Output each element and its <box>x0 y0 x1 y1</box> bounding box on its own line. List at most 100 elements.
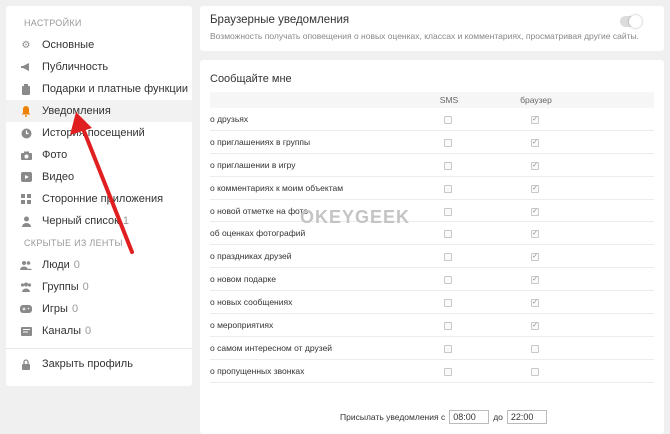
sidebar-item-groups[interactable]: Группы 0 <box>6 276 192 298</box>
sms-checkbox[interactable] <box>444 207 452 216</box>
table-row: о комментариях к моим объектам ✓ <box>210 177 654 200</box>
sidebar-item-label: Видео <box>42 171 75 183</box>
row-label: о друзьях <box>210 114 249 124</box>
bell-icon <box>20 105 32 117</box>
browser-checkbox[interactable]: ✓ <box>531 161 539 170</box>
watermark: OKEYGEEK <box>300 207 411 227</box>
settings-heading: НАСТРОЙКИ <box>24 18 82 28</box>
sms-checkbox[interactable] <box>444 116 452 124</box>
sidebar-item-photo[interactable]: Фото <box>6 144 192 166</box>
table-row: о приглашениях в группы ✓ <box>210 131 654 154</box>
sidebar-item-label: Уведомления <box>42 105 111 117</box>
row-label: о новых сообщениях <box>210 297 293 308</box>
sidebar-item-channels[interactable]: Каналы 0 <box>6 320 192 342</box>
browser-checkbox[interactable]: ✓ <box>531 230 539 239</box>
sidebar-item-blacklist[interactable]: Черный список 1 <box>6 210 192 232</box>
sidebar-item-label: Фото <box>42 149 68 161</box>
sidebar-item-label: Черный список <box>42 215 119 227</box>
sidebar-item-gifts[interactable]: Подарки и платные функции <box>6 78 192 100</box>
megaphone-icon <box>20 61 32 73</box>
hidden-heading: СКРЫТЫЕ ИЗ ЛЕНТЫ <box>24 238 123 248</box>
sms-checkbox[interactable] <box>444 344 452 353</box>
sms-checkbox[interactable] <box>444 299 452 308</box>
sidebar-item-label: История посещений <box>42 127 145 139</box>
row-label: об оценках фотографий <box>210 228 306 239</box>
from-time-input[interactable]: 08:00 <box>449 410 490 424</box>
gift-icon <box>20 83 32 95</box>
table-row: о приглашении в игру ✓ <box>210 154 654 177</box>
browser-checkbox[interactable]: ✓ <box>531 116 539 124</box>
sidebar-item-history[interactable]: История посещений <box>6 122 192 144</box>
notify-me-card: Сообщайте мне SMS браузер о друзьях ✓ о пр… <box>200 60 664 434</box>
browser-checkbox[interactable] <box>531 367 539 376</box>
row-label: о приглашении в игру <box>210 159 296 170</box>
browser-checkbox[interactable] <box>531 344 539 353</box>
browser-notifications-card: Браузерные уведомления Возможность получ… <box>200 6 664 51</box>
table-row: о праздниках друзей ✓ <box>210 245 654 269</box>
sidebar-divider <box>6 348 192 349</box>
sidebar-item-notifications[interactable]: Уведомления <box>6 100 192 122</box>
browser-checkbox[interactable]: ✓ <box>531 207 539 216</box>
gear-icon: ⚙ <box>21 39 31 51</box>
lock-icon <box>20 358 32 370</box>
sidebar-item-games[interactable]: Игры 0 <box>6 298 192 320</box>
blacklist-count: 1 <box>122 215 130 227</box>
schedule-label: Присылать уведомления с <box>340 412 446 422</box>
sms-checkbox[interactable] <box>444 138 452 147</box>
gamepad-icon <box>20 303 32 315</box>
browser-checkbox[interactable]: ✓ <box>531 253 539 262</box>
browser-notifications-title: Браузерные уведомления <box>210 14 350 26</box>
to-time-input[interactable]: 22:00 <box>506 410 547 424</box>
row-label: о праздниках друзей <box>210 251 292 262</box>
to-label: до <box>493 412 503 422</box>
row-label: о приглашениях в группы <box>210 136 311 147</box>
groups-count: 0 <box>82 281 89 293</box>
video-icon <box>20 171 32 183</box>
sms-checkbox[interactable] <box>444 230 452 239</box>
people-count: 0 <box>73 259 80 271</box>
sidebar-item-video[interactable]: Видео <box>6 166 192 188</box>
sms-checkbox[interactable] <box>444 161 452 170</box>
games-count: 0 <box>71 303 79 315</box>
col-header-browser: браузер <box>520 95 552 105</box>
sidebar-item-label: Каналы <box>42 325 82 337</box>
table-row: о друзьях ✓ <box>210 108 654 131</box>
notify-table: SMS браузер о друзьях ✓ о приглашениях в г… <box>210 92 654 383</box>
clock-icon <box>20 127 32 139</box>
table-row: о новой отметке на фото ✓ <box>210 200 654 223</box>
settings-sidebar: НАСТРОЙКИ ⚙ Основные Публичность Подарки… <box>6 6 192 386</box>
sidebar-item-main[interactable]: ⚙ Основные <box>6 34 192 56</box>
row-label: о новом подарке <box>210 274 276 285</box>
row-label: о новой отметке на фото <box>210 205 309 216</box>
channels-count: 0 <box>85 325 92 337</box>
ban-icon <box>20 215 32 227</box>
table-row: о мероприятиях ✓ <box>210 314 654 337</box>
sidebar-item-label: Люди <box>42 259 70 271</box>
sidebar-item-apps[interactable]: Сторонние приложения <box>6 188 192 210</box>
sidebar-item-label: Публичность <box>42 61 109 73</box>
sidebar-item-people[interactable]: Люди 0 <box>6 254 192 276</box>
sidebar-item-publicity[interactable]: Публичность <box>6 56 192 78</box>
browser-notifications-toggle[interactable] <box>620 15 642 28</box>
people-icon <box>20 259 32 271</box>
sidebar-item-label: Подарки и платные функции <box>42 83 188 95</box>
table-body: о друзьях ✓ о приглашениях в группы ✓ о приг… <box>210 108 654 383</box>
table-header: SMS браузер <box>210 92 654 108</box>
sms-checkbox[interactable] <box>444 276 452 285</box>
table-row: о новых сообщениях ✓ <box>210 291 654 315</box>
channels-icon <box>20 325 32 337</box>
table-row: о пропущенных звонках <box>210 360 654 383</box>
sms-checkbox[interactable] <box>444 367 452 376</box>
browser-checkbox[interactable]: ✓ <box>531 276 539 285</box>
browser-checkbox[interactable]: ✓ <box>531 184 539 193</box>
browser-checkbox[interactable]: ✓ <box>531 138 539 147</box>
table-row: о новом подарке ✓ <box>210 268 654 292</box>
browser-checkbox[interactable]: ✓ <box>531 322 539 331</box>
sms-checkbox[interactable] <box>444 322 452 331</box>
grid-icon <box>20 193 32 205</box>
close-profile-item[interactable]: Закрыть профиль <box>6 353 192 375</box>
sms-checkbox[interactable] <box>444 184 452 193</box>
sidebar-item-label: Сторонние приложения <box>42 193 164 205</box>
browser-checkbox[interactable]: ✓ <box>531 299 539 308</box>
sms-checkbox[interactable] <box>444 253 452 262</box>
